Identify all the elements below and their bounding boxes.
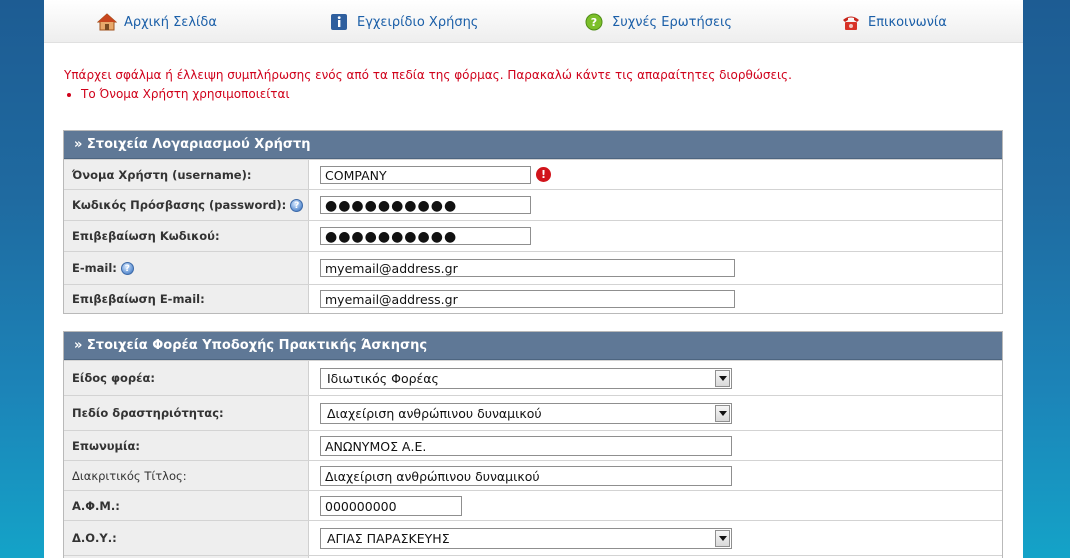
- help-tooltip-icon[interactable]: ?: [120, 261, 134, 275]
- error-message: Υπάρχει σφάλμα ή έλλειψη συμπλήρωσης ενό…: [64, 68, 792, 82]
- nav-contact-label: Επικοινωνία: [868, 14, 947, 30]
- error-list: Το Όνομα Χρήστη χρησιμοποιείται: [64, 85, 792, 104]
- afm-input[interactable]: 000000000: [320, 495, 462, 516]
- confirm-password-label: Επιβεβαίωση Κωδικού:: [64, 221, 309, 251]
- account-panel: » Στοιχεία Λογαριασμού Χρήστη Όνομα Χρήσ…: [63, 130, 1003, 314]
- company-name-row: Επωνυμία: ΑΝΩΝΥΜΟΣ Α.Ε.: [64, 430, 1002, 460]
- help-tooltip-icon[interactable]: ?: [290, 198, 304, 212]
- chevron-down-icon[interactable]: [715, 404, 730, 422]
- password-label: Κωδικός Πρόσβασης (password): ?: [64, 190, 309, 220]
- doy-row: Δ.Ο.Υ.: ΑΓΙΑΣ ΠΑΡΑΣΚΕΥΗΣ: [64, 520, 1002, 555]
- trade-name-label: Διακριτικός Τίτλος:: [64, 461, 309, 490]
- confirm-password-row: Επιβεβαίωση Κωδικού: ●●●●●●●●●●: [64, 220, 1002, 251]
- organization-panel: » Στοιχεία Φορέα Υποδοχής Πρακτικής Άσκη…: [63, 331, 1003, 558]
- activity-field-select[interactable]: Διαχείριση ανθρώπινου δυναμικού: [320, 402, 732, 424]
- username-label: Όνομα Χρήστη (username):: [64, 160, 309, 189]
- doy-label: Δ.Ο.Υ.:: [64, 521, 309, 555]
- doy-select[interactable]: ΑΓΙΑΣ ΠΑΡΑΣΚΕΥΗΣ: [320, 527, 732, 549]
- confirm-email-row: Επιβεβαίωση E-mail: myemail@address.gr: [64, 284, 1002, 313]
- org-type-select[interactable]: Ιδιωτικός Φορέας: [320, 367, 732, 389]
- chevron-down-icon[interactable]: [715, 369, 730, 387]
- svg-text:?: ?: [591, 16, 597, 29]
- company-name-input[interactable]: ΑΝΩΝΥΜΟΣ Α.Ε.: [320, 435, 732, 456]
- activity-field-row: Πεδίο δραστηριότητας: Διαχείριση ανθρώπι…: [64, 395, 1002, 430]
- organization-panel-title: » Στοιχεία Φορέα Υποδοχής Πρακτικής Άσκη…: [64, 332, 1002, 360]
- nav-manual[interactable]: Εγχειρίδιο Χρήσης: [330, 12, 478, 32]
- account-panel-title: » Στοιχεία Λογαριασμού Χρήστη: [64, 131, 1002, 159]
- trade-name-row: Διακριτικός Τίτλος: Διαχείριση ανθρώπινο…: [64, 460, 1002, 490]
- top-navigation: Αρχική Σελίδα Εγχειρίδιο Χρήσης ? Συχνές…: [44, 0, 1023, 43]
- afm-row: Α.Φ.Μ.: 000000000: [64, 490, 1002, 520]
- confirm-email-input[interactable]: myemail@address.gr: [320, 290, 735, 308]
- password-row: Κωδικός Πρόσβασης (password): ? ●●●●●●●●…: [64, 189, 1002, 220]
- email-label: E-mail: ?: [64, 252, 309, 284]
- error-summary: Υπάρχει σφάλμα ή έλλειψη συμπλήρωσης ενό…: [64, 66, 792, 104]
- nav-contact[interactable]: Επικοινωνία: [841, 12, 947, 32]
- password-input[interactable]: ●●●●●●●●●●: [320, 196, 531, 214]
- org-type-label: Είδος φορέα:: [64, 361, 309, 395]
- trade-name-input[interactable]: Διαχείριση ανθρώπινου δυναμικού: [320, 465, 732, 486]
- org-type-row: Είδος φορέα: Ιδιωτικός Φορέας: [64, 360, 1002, 395]
- nav-home-label: Αρχική Σελίδα: [124, 14, 217, 30]
- error-item: Το Όνομα Χρήστη χρησιμοποιείται: [81, 85, 792, 104]
- nav-faq[interactable]: ? Συχνές Ερωτήσεις: [585, 12, 732, 32]
- page-container: Αρχική Σελίδα Εγχειρίδιο Χρήσης ? Συχνές…: [44, 0, 1023, 558]
- help-icon: ?: [585, 13, 603, 31]
- home-icon: [96, 13, 118, 31]
- error-icon: !: [536, 167, 551, 182]
- afm-label: Α.Φ.Μ.:: [64, 491, 309, 520]
- nav-home[interactable]: Αρχική Σελίδα: [96, 12, 217, 32]
- confirm-password-input[interactable]: ●●●●●●●●●●: [320, 227, 531, 245]
- info-icon: [330, 13, 348, 31]
- company-name-label: Επωνυμία:: [64, 431, 309, 460]
- chevron-down-icon[interactable]: [715, 529, 730, 547]
- username-input[interactable]: COMPANY: [320, 165, 531, 184]
- activity-field-label: Πεδίο δραστηριότητας:: [64, 396, 309, 430]
- phone-icon: [841, 13, 859, 31]
- nav-faq-label: Συχνές Ερωτήσεις: [612, 14, 733, 30]
- email-input[interactable]: myemail@address.gr: [320, 259, 735, 277]
- email-row: E-mail: ? myemail@address.gr: [64, 251, 1002, 284]
- nav-manual-label: Εγχειρίδιο Χρήσης: [357, 14, 479, 30]
- confirm-email-label: Επιβεβαίωση E-mail:: [64, 285, 309, 313]
- username-row: Όνομα Χρήστη (username): COMPANY !: [64, 159, 1002, 189]
